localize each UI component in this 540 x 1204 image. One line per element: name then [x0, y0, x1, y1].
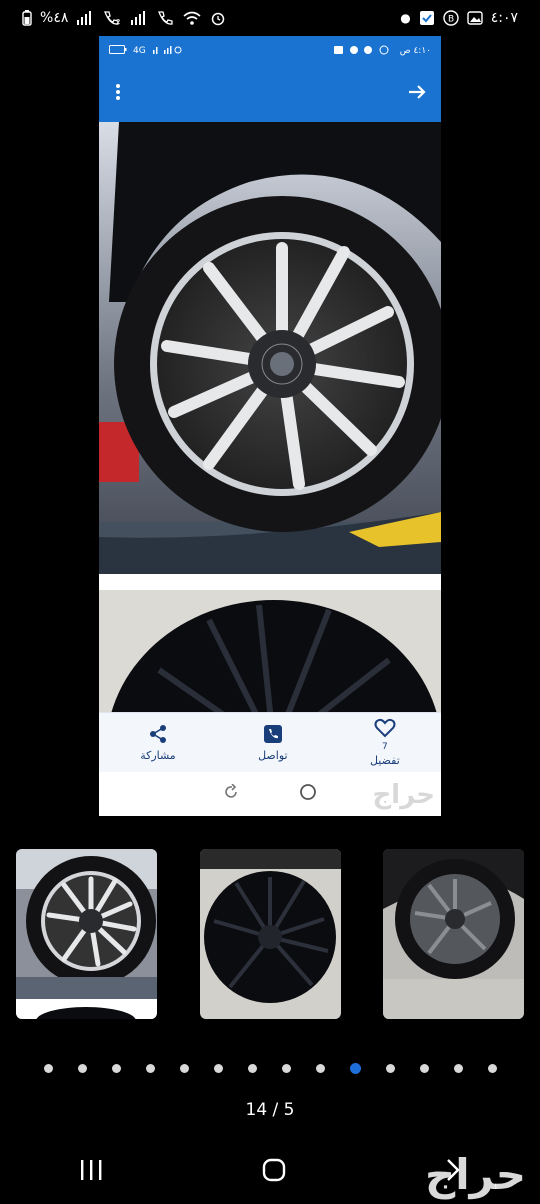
- call-icon: 2: [102, 10, 122, 26]
- svg-text:B: B: [448, 15, 454, 25]
- recents-icon[interactable]: [79, 1159, 103, 1185]
- inner-app-icons: [333, 45, 394, 58]
- call-icon-2: [156, 10, 174, 26]
- favorite-count: 7: [382, 742, 388, 752]
- forward-arrow-icon[interactable]: [407, 83, 427, 105]
- favorite-action[interactable]: 7 تفضيل: [370, 718, 400, 767]
- inner-nav-bar: حراج: [99, 772, 441, 816]
- b-app-icon: B: [443, 10, 459, 26]
- svg-text:2: 2: [116, 18, 120, 26]
- pager-dot[interactable]: [453, 1063, 463, 1073]
- pager-dot[interactable]: [281, 1063, 291, 1073]
- contact-action[interactable]: تواصل: [258, 724, 288, 762]
- wifi-icon: [182, 10, 202, 26]
- thumbnail-2[interactable]: [199, 849, 341, 1019]
- inner-header: [99, 66, 441, 122]
- pager-dot[interactable]: [179, 1063, 189, 1073]
- share-action[interactable]: مشاركة: [140, 724, 176, 762]
- pager-dot[interactable]: [487, 1063, 497, 1073]
- image-icon: [467, 10, 483, 26]
- thumbnail-1[interactable]: [16, 849, 157, 1019]
- inner-time: ٤:١٠ ص: [399, 46, 431, 56]
- share-icon: [148, 724, 168, 747]
- battery-percentage: %٤٨: [40, 10, 69, 26]
- status-dot: ●: [400, 11, 411, 25]
- contact-label: تواصل: [258, 748, 288, 762]
- status-left: %٤٨ 2: [22, 10, 226, 26]
- pager-dots: [0, 1061, 540, 1075]
- home-icon[interactable]: [262, 1158, 286, 1186]
- share-label: مشاركة: [140, 748, 176, 762]
- heart-icon: [374, 718, 396, 741]
- signal-icon: [76, 11, 94, 25]
- status-right: ● B ٤:٠٧: [400, 10, 518, 26]
- inner-signal-icon: [152, 45, 182, 57]
- pager-dot[interactable]: [43, 1063, 53, 1073]
- overflow-icon[interactable]: [115, 83, 121, 105]
- pager-dot[interactable]: [419, 1063, 429, 1073]
- inner-rotate-icon[interactable]: [223, 783, 239, 804]
- inner-watermark: حراج: [372, 780, 435, 810]
- signal-icon-2: [130, 11, 148, 25]
- pager-dot[interactable]: [349, 1062, 361, 1074]
- thumbnail-3[interactable]: [383, 849, 524, 1019]
- status-bar: %٤٨ 2 ● B ٤:٠٧: [0, 0, 540, 36]
- inner-network-label: 4G: [133, 46, 146, 56]
- alarm-icon: [210, 10, 226, 26]
- watermark: حراج: [424, 1150, 526, 1199]
- pager-dot[interactable]: [111, 1063, 121, 1073]
- check-box-icon: [419, 10, 435, 26]
- wheel-photo: [99, 122, 441, 602]
- image-counter: 14 / 5: [245, 1100, 295, 1120]
- battery-icon: [22, 10, 32, 26]
- pager-dot[interactable]: [385, 1063, 395, 1073]
- inner-action-bar: مشاركة تواصل 7 تفضيل: [99, 712, 441, 772]
- pager-dot[interactable]: [315, 1063, 325, 1073]
- pager-dot[interactable]: [145, 1063, 155, 1073]
- pager-dot[interactable]: [247, 1063, 257, 1073]
- inner-battery-icon: [109, 45, 127, 57]
- status-time: ٤:٠٧: [490, 10, 518, 26]
- pager-dot[interactable]: [77, 1063, 87, 1073]
- inner-status-bar: 4G ٤:١٠ ص: [99, 36, 441, 66]
- pager-dot[interactable]: [213, 1063, 223, 1073]
- favorite-label: تفضيل: [369, 754, 400, 767]
- inner-home-icon[interactable]: [299, 783, 317, 805]
- embedded-screenshot[interactable]: 4G ٤:١٠ ص مشاركة تواصل 7 تفضيل حراج: [99, 36, 441, 816]
- thumbnail-strip: [16, 849, 524, 1019]
- phone-icon: [263, 724, 283, 747]
